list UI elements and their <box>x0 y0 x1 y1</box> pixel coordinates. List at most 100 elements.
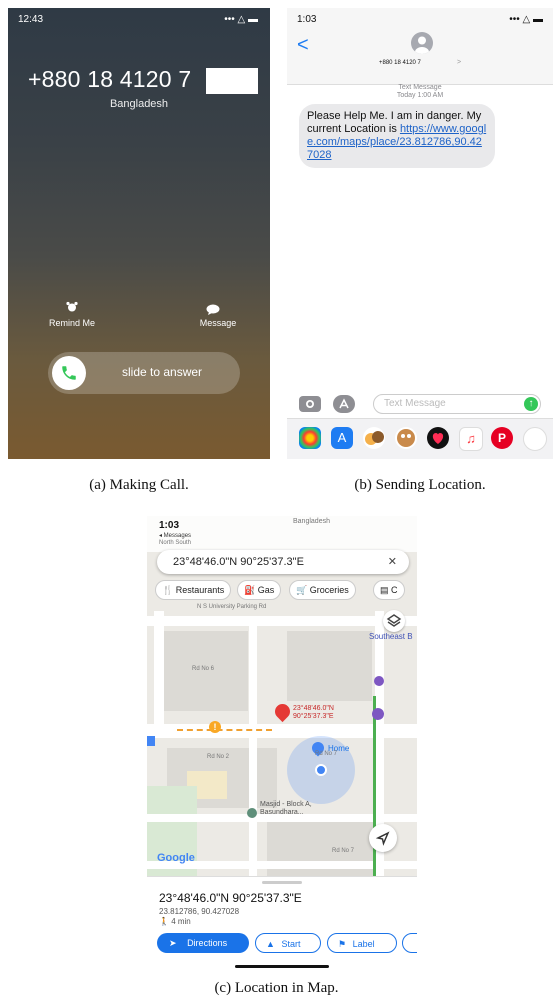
walk-time-label: 4 min <box>171 917 191 926</box>
masjid-label[interactable]: Masjid - Block A, Basundhara... <box>260 801 332 817</box>
poi-pin-icon[interactable] <box>372 708 384 720</box>
back-to-messages[interactable]: ◂ Messages <box>159 532 191 539</box>
back-button[interactable]: < <box>297 34 309 57</box>
animoji-app-icon[interactable] <box>395 427 417 449</box>
walking-icon: 🚶 <box>159 917 172 926</box>
imessage-app-strip: A ♫ P <box>287 418 553 459</box>
map-label: Southeast B <box>369 632 413 641</box>
road-vertical <box>249 616 257 876</box>
message-input[interactable]: Text Message ↑ <box>373 394 541 414</box>
message-input-placeholder: Text Message <box>384 398 446 409</box>
more-action-button[interactable] <box>402 933 417 953</box>
redaction-box <box>206 68 258 94</box>
status-time: 1:03 <box>159 520 180 531</box>
chip-restaurants[interactable]: 🍴 Restaurants <box>155 580 232 600</box>
label-button[interactable]: ⚑ Label <box>327 933 397 953</box>
messages-screen: 1:03 ••• △ ▬ < +880 18 4120 7 > Text Mes… <box>287 8 553 459</box>
slide-to-answer-label: slide to answer <box>122 365 203 379</box>
navigation-icon: ▲ <box>266 939 275 949</box>
poi-pin-icon[interactable] <box>374 676 384 686</box>
caller-number: +880 18 4120 7 <box>28 66 192 92</box>
home-indicator <box>235 965 329 968</box>
phone-icon <box>62 366 76 380</box>
close-icon[interactable]: ✕ <box>388 555 397 568</box>
my-location-dot <box>315 764 327 776</box>
chip-label: Groceries <box>309 585 349 595</box>
place-coords: 23.812786, 90.427028 <box>159 907 240 916</box>
app-store-icon[interactable] <box>333 395 355 413</box>
caption-a: (a) Making Call. <box>89 477 189 493</box>
map-screen: ! Home 23°48'46.0"N 90°25'37.3"E Masjid … <box>147 516 417 976</box>
pinterest-app-icon[interactable]: P <box>491 427 513 449</box>
google-logo: Google <box>157 852 195 864</box>
map-label: Rd No 7 <box>315 751 338 757</box>
navigate-button[interactable] <box>369 824 397 852</box>
map-label: Rd No 7 <box>332 848 355 854</box>
directions-label: Directions <box>187 938 228 948</box>
sheet-handle[interactable] <box>262 881 302 884</box>
music-app-icon[interactable]: ♫ <box>459 427 483 451</box>
caption-c: (c) Location in Map. <box>214 980 339 996</box>
store-icon: ▤ <box>380 585 392 595</box>
flag-icon: ⚑ <box>338 939 347 949</box>
place-title: 23°48'46.0"N 90°25'37.3"E <box>159 891 302 905</box>
chip-groceries[interactable]: 🛒 Groceries <box>289 580 356 600</box>
chip-label: Restaurants <box>175 585 225 595</box>
contact-number[interactable]: +880 18 4120 7 <box>379 60 421 66</box>
cart-icon: 🛒 <box>296 585 310 595</box>
map-top-label: North South <box>159 540 192 546</box>
gas-icon: ⛽ <box>244 585 258 595</box>
status-icons: ••• △ ▬ <box>224 14 258 25</box>
chip-label: Gas <box>257 585 275 595</box>
map-label: N S University Parking Rd <box>197 604 267 610</box>
digital-touch-icon[interactable] <box>427 427 449 449</box>
navigation-arrow-icon <box>375 831 390 846</box>
start-button[interactable]: ▲ Start <box>255 933 321 953</box>
traffic-line <box>177 729 272 731</box>
pin-label: 23°48'46.0"N 90°25'37.3"E <box>293 705 334 721</box>
place-pin-icon[interactable] <box>247 808 257 818</box>
message-label: Message <box>199 318 237 328</box>
more-apps-icon[interactable] <box>523 427 547 451</box>
chip-gas[interactable]: ⛽ Gas <box>237 580 282 600</box>
chip-label: C <box>391 585 398 595</box>
slide-to-answer-track[interactable]: slide to answer <box>48 352 240 394</box>
label-label: Label <box>352 939 375 949</box>
map-block <box>287 631 372 701</box>
remind-me-label: Remind Me <box>48 318 95 328</box>
alarm-clock-icon[interactable] <box>66 300 78 318</box>
search-box[interactable]: 23°48'46.0"N 90°25'37.3"E ✕ <box>157 550 409 574</box>
dropped-pin-icon[interactable] <box>271 700 294 723</box>
thread-header-label: Text Message <box>398 84 442 91</box>
send-button[interactable]: ↑ <box>524 397 538 411</box>
chip-more[interactable]: ▤ C <box>373 580 405 600</box>
warning-icon[interactable]: ! <box>209 721 221 733</box>
restaurant-icon: 🍴 <box>162 585 176 595</box>
pin-label-lat: 23°48'46.0"N <box>293 705 334 712</box>
answer-knob[interactable] <box>52 356 86 390</box>
incoming-call-screen: 12:43 ••• △ ▬ +880 18 4120 7 Bangladesh … <box>8 8 270 459</box>
walk-time: 🚶 4 min <box>159 917 191 926</box>
map-label: Rd No 2 <box>207 754 230 760</box>
poi-pin-icon[interactable] <box>147 736 155 746</box>
chevron-right-icon[interactable]: > <box>457 59 461 66</box>
app-store-app-icon[interactable]: A <box>331 427 353 449</box>
status-region: Bangladesh <box>293 518 330 525</box>
place-bottom-sheet[interactable]: 23°48'46.0"N 90°25'37.3"E 23.812786, 90.… <box>147 876 417 976</box>
directions-button[interactable]: ➤ Directions <box>157 933 249 953</box>
memoji-app-icon[interactable] <box>363 427 385 449</box>
contact-avatar[interactable] <box>411 32 433 54</box>
caller-country: Bangladesh <box>109 98 169 110</box>
layers-button[interactable] <box>383 610 405 632</box>
incoming-message-bubble[interactable]: Please Help Me. I am in danger. My curre… <box>299 104 495 168</box>
directions-icon: ➤ <box>169 938 177 948</box>
start-label: Start <box>281 939 301 949</box>
camera-icon[interactable] <box>299 396 321 412</box>
map-label: Rd No 6 <box>192 666 215 672</box>
search-text: 23°48'46.0"N 90°25'37.3"E <box>173 556 304 568</box>
caption-b: (b) Sending Location. <box>354 477 486 493</box>
layers-icon <box>386 614 402 627</box>
road-nsu-campus <box>154 611 164 731</box>
photos-app-icon[interactable] <box>299 427 321 449</box>
status-icons: ••• △ ▬ <box>509 14 543 25</box>
